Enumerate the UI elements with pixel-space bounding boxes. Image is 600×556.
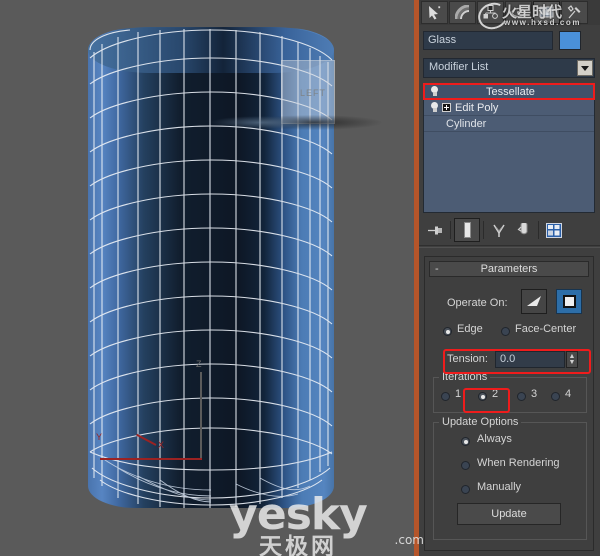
tension-label: Tension: (447, 353, 488, 365)
cylinder-bottom-cap (87, 465, 335, 517)
stack-item-edit-poly[interactable]: Edit Poly (424, 100, 594, 116)
modifier-stack[interactable]: Tessellate Edit Poly Cylinder (423, 83, 595, 213)
display-tab[interactable] (533, 1, 560, 24)
modifier-list-label: Modifier List (429, 61, 489, 73)
operate-on-label: Operate On: (447, 297, 508, 309)
lightbulb-icon[interactable] (430, 102, 439, 113)
parameters-title: Parameters (480, 263, 538, 275)
tension-spinner[interactable]: ▲ ▼ (566, 351, 578, 368)
ground-reflection (210, 116, 310, 129)
command-panel-tabs (419, 0, 600, 25)
toolbar-separator (483, 221, 484, 239)
stack-item-label: Edit Poly (455, 101, 499, 114)
operate-on-faces-button[interactable] (521, 289, 547, 314)
3dsmax-window: LEFT Z X Y 火星时代 www.hxsd.com Glass Modif… (0, 0, 600, 556)
object-name-field[interactable]: Glass (423, 31, 553, 50)
tension-input[interactable]: 0.0 (495, 351, 565, 368)
utilities-tab[interactable] (561, 1, 588, 24)
update-label-manually: Manually (477, 481, 522, 493)
face-center-radio[interactable] (501, 327, 510, 336)
panel-divider-line (419, 245, 600, 246)
collapse-icon[interactable]: - (435, 263, 439, 275)
gizmo-z-axis (200, 372, 202, 460)
configure-modifier-sets-icon[interactable] (542, 219, 566, 241)
remove-modifier-icon[interactable] (511, 219, 535, 241)
iterations-radio-4[interactable] (551, 392, 560, 401)
edge-radio[interactable] (443, 327, 452, 336)
update-radio-manually[interactable] (461, 485, 470, 494)
face-center-label: Face-Center (515, 323, 577, 335)
stack-item-cylinder[interactable]: Cylinder (424, 116, 594, 132)
toolbar-separator (450, 221, 451, 239)
iterations-label-1: 1 (455, 388, 462, 400)
ghost-box-label: LEFT (300, 88, 327, 98)
iterations-radio-1[interactable] (441, 392, 450, 401)
panel-divider-line-2 (419, 247, 600, 248)
viewport-left[interactable]: LEFT Z X Y (0, 0, 414, 556)
update-label-when-rendering: When Rendering (477, 457, 560, 469)
parameters-rollout-header[interactable]: - Parameters (429, 261, 589, 277)
update-radio-always[interactable] (461, 437, 470, 446)
iterations-group-label: Iterations (439, 371, 491, 383)
object-color-swatch[interactable] (559, 31, 581, 50)
update-options-group-label: Update Options (439, 416, 522, 428)
make-unique-icon[interactable] (487, 219, 511, 241)
stack-item-tessellate[interactable]: Tessellate (424, 84, 594, 100)
motion-tab[interactable] (505, 1, 532, 24)
iterations-label-2: 2 (492, 388, 499, 400)
gizmo-z-label: Z (196, 359, 202, 369)
show-end-result-icon[interactable] (454, 218, 480, 242)
gizmo-y-label: Y (96, 432, 103, 442)
edge-label: Edge (457, 323, 483, 335)
create-tab[interactable] (421, 1, 448, 24)
square-polygon-icon (562, 295, 576, 308)
chevron-down-icon[interactable] (577, 60, 593, 76)
lightbulb-icon[interactable] (430, 86, 439, 97)
operate-on-polygons-button[interactable] (556, 289, 582, 314)
spinner-down-icon[interactable]: ▼ (569, 359, 576, 366)
gizmo-x-label: X (158, 440, 165, 450)
pin-stack-icon[interactable] (423, 219, 447, 241)
parameters-rollout: - Parameters Operate On: Edge Face-Cente… (424, 256, 594, 551)
modifier-stack-toolbar (423, 218, 595, 242)
object-name-row: Glass (423, 31, 597, 51)
toolbar-separator (538, 221, 539, 239)
modify-tab[interactable] (449, 1, 476, 24)
iterations-radio-2[interactable] (478, 392, 487, 401)
iterations-radio-3[interactable] (517, 392, 526, 401)
stack-item-label: Cylinder (446, 117, 487, 130)
hierarchy-tab[interactable] (477, 1, 504, 24)
iterations-label-3: 3 (531, 388, 538, 400)
update-radio-when-rendering[interactable] (461, 461, 470, 470)
gizmo-x-axis (100, 458, 202, 460)
modifier-list-dropdown[interactable]: Modifier List (423, 58, 595, 78)
command-panel: 火星时代 www.hxsd.com Glass Modifier List Te… (419, 0, 600, 556)
update-label-always: Always (477, 433, 512, 445)
stack-item-label: Tessellate (486, 85, 535, 98)
expand-plus-icon[interactable] (442, 103, 451, 112)
iterations-label-4: 4 (565, 388, 572, 400)
update-button[interactable]: Update (457, 503, 561, 525)
